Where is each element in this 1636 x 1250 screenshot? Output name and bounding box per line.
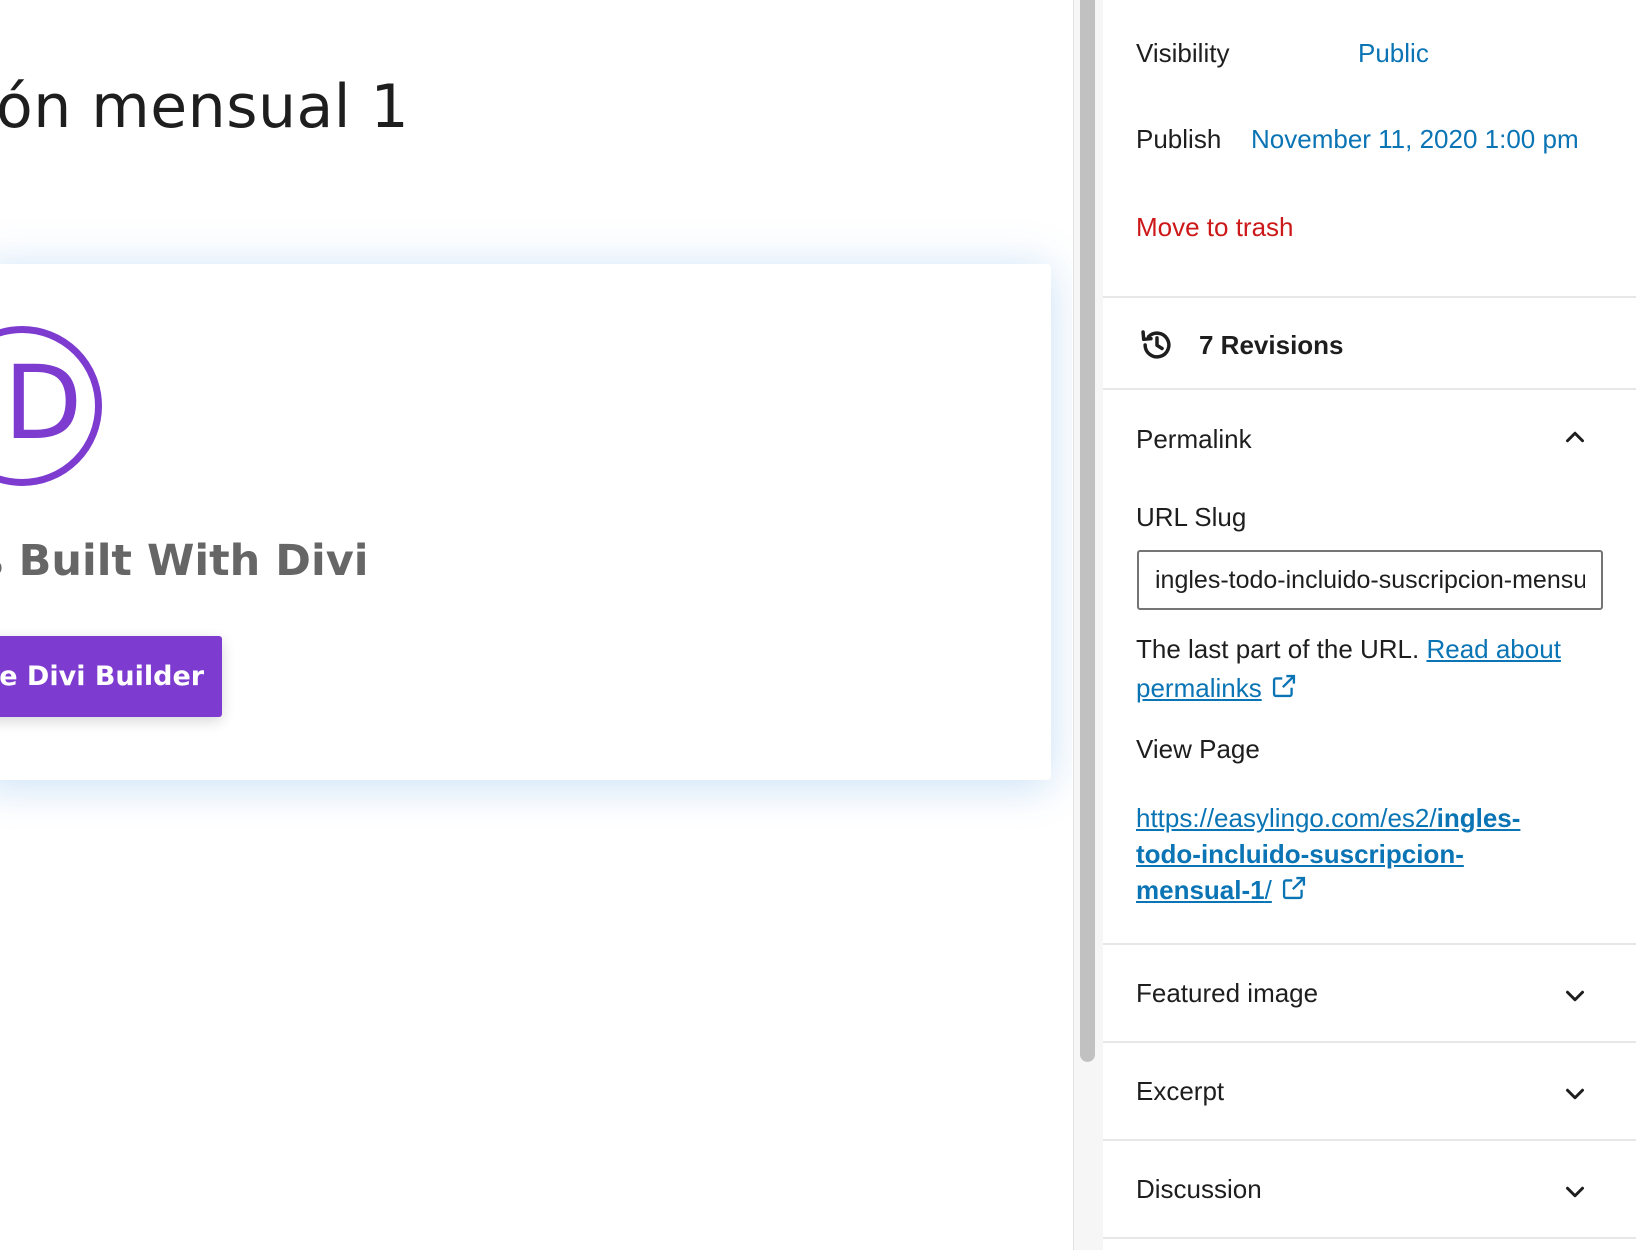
divi-heading: s Built With Divi bbox=[0, 536, 369, 586]
use-divi-builder-button[interactable]: he Divi Builder bbox=[0, 636, 222, 717]
move-to-trash-button[interactable]: Move to trash bbox=[1136, 212, 1294, 243]
permalink-help-text: The last part of the URL. bbox=[1136, 634, 1427, 664]
discussion-panel-toggle[interactable]: Discussion bbox=[1103, 1141, 1636, 1237]
external-link-icon bbox=[1280, 874, 1308, 911]
settings-sidebar: Visibility Public Publish November 11, 2… bbox=[1103, 0, 1636, 1250]
url-base: https://easylingo.com/es2/ bbox=[1136, 803, 1437, 833]
revisions-label: 7 Revisions bbox=[1199, 330, 1344, 360]
url-suffix: / bbox=[1264, 875, 1272, 905]
permalinks-link-text: permalinks bbox=[1136, 673, 1262, 703]
featured-image-panel-title: Featured image bbox=[1136, 978, 1319, 1008]
url-slug-label: URL Slug bbox=[1136, 502, 1247, 532]
url-slug-line1: ingles- bbox=[1436, 803, 1521, 833]
divider bbox=[1103, 1237, 1636, 1239]
chevron-down-icon bbox=[1560, 981, 1590, 1011]
chevron-up-icon[interactable] bbox=[1560, 422, 1590, 452]
url-slug-input[interactable] bbox=[1137, 550, 1603, 610]
url-slug-line3: mensual-1 bbox=[1136, 875, 1265, 905]
post-title[interactable]: ón mensual 1 bbox=[0, 72, 409, 142]
chevron-down-icon bbox=[1560, 1177, 1590, 1207]
publish-date-toggle[interactable]: November 11, 2020 1:00 pm bbox=[1251, 124, 1579, 155]
discussion-panel-title: Discussion bbox=[1136, 1174, 1262, 1204]
revisions-button[interactable]: 7 Revisions bbox=[1103, 298, 1636, 392]
featured-image-panel-toggle[interactable]: Featured image bbox=[1103, 945, 1636, 1041]
external-link-icon bbox=[1270, 672, 1298, 711]
chevron-down-icon bbox=[1560, 1079, 1590, 1109]
divi-logo-letter: D bbox=[3, 344, 83, 463]
permalink-panel-title[interactable]: Permalink bbox=[1136, 424, 1252, 455]
editor-canvas: ón mensual 1 D s Built With Divi he Divi… bbox=[0, 0, 1072, 1250]
excerpt-panel-title: Excerpt bbox=[1136, 1076, 1225, 1106]
editor-scrollbar-thumb[interactable] bbox=[1080, 0, 1095, 1062]
permalink-help: The last part of the URL. Read about perm… bbox=[1136, 630, 1606, 711]
publish-label: Publish bbox=[1136, 124, 1222, 154]
view-page-url: https://easylingo.com/es2/ingles-todo-in… bbox=[1136, 800, 1606, 911]
visibility-toggle[interactable]: Public bbox=[1358, 38, 1429, 69]
history-clock-icon bbox=[1138, 326, 1176, 369]
url-slug-line2: todo-incluido-suscripcion- bbox=[1136, 839, 1464, 869]
read-about-link-text: Read about bbox=[1426, 634, 1561, 664]
divider bbox=[1103, 388, 1636, 390]
view-page-link[interactable]: https://easylingo.com/es2/ingles-todo-in… bbox=[1136, 803, 1520, 905]
view-page-label: View Page bbox=[1136, 734, 1260, 764]
excerpt-panel-toggle[interactable]: Excerpt bbox=[1103, 1043, 1636, 1139]
visibility-label: Visibility bbox=[1136, 38, 1230, 68]
